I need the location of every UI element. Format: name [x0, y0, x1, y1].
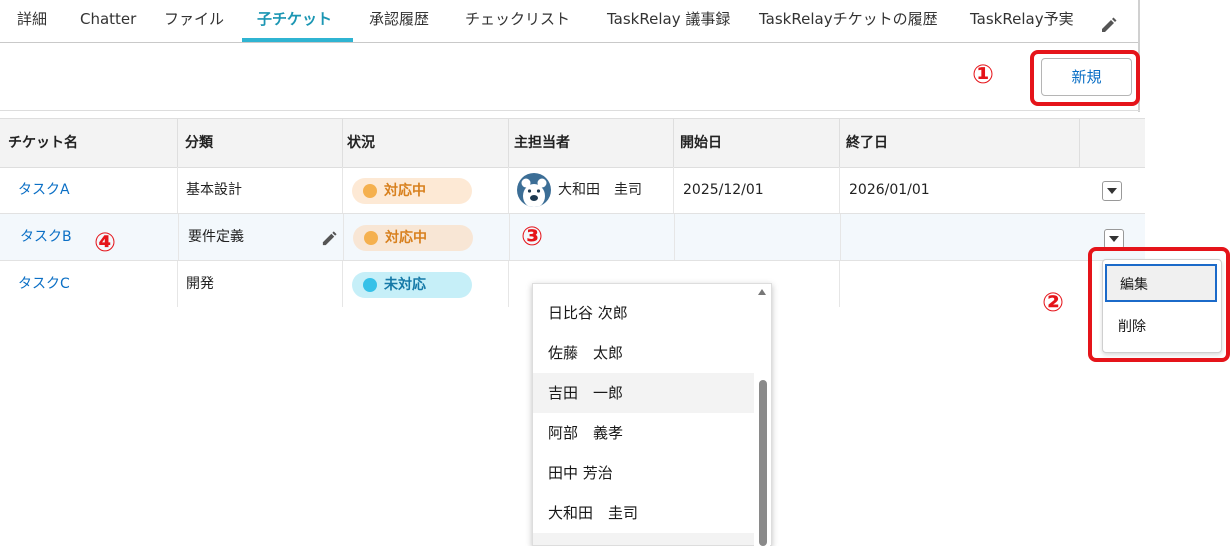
annotation-marker-1: ① [972, 60, 995, 90]
cell-divider [509, 214, 510, 260]
annotation-box-new [1030, 50, 1140, 106]
annotation-marker-2: ② [1042, 288, 1065, 318]
category-cell: 基本設計 [186, 182, 242, 198]
tab-child-tickets[interactable]: 子チケット [257, 0, 332, 40]
status-label: 未対応 [384, 277, 426, 293]
active-tab-indicator [242, 38, 353, 42]
end-date-cell: 2026/01/01 [849, 182, 930, 198]
table-header: チケット名 分類 状況 主担当者 開始日 終了日 [0, 118, 1145, 168]
table-row: タスクB 要件定義 対応中 [0, 214, 1145, 261]
category-cell[interactable]: 要件定義 [188, 214, 244, 260]
tab-approval-history[interactable]: 承認履歴 [369, 0, 429, 40]
pencil-icon[interactable] [321, 230, 338, 247]
category-cell: 開発 [186, 276, 214, 292]
owner-picklist[interactable]: 日比谷 次郎 佐藤 太郎 吉田 一郎 阿部 義孝 田中 芳治 大和田 圭司 [532, 283, 772, 546]
annotation-marker-4: ④ [94, 228, 117, 258]
status-dot-icon [364, 231, 378, 245]
owner-name[interactable]: 大和田 圭司 [558, 167, 642, 213]
ticket-link[interactable]: タスクA [18, 167, 70, 213]
tab-details[interactable]: 詳細 [17, 0, 47, 40]
cell-divider [508, 167, 509, 213]
row-action-chevron-down-icon[interactable] [1104, 229, 1124, 249]
cell-divider [508, 261, 509, 307]
cell-divider [342, 261, 343, 307]
status-label: 対応中 [384, 183, 426, 199]
cell-divider [839, 261, 840, 307]
cell-divider [673, 167, 674, 213]
status-dot-icon [363, 184, 377, 198]
column-divider [1079, 119, 1080, 167]
column-header-category[interactable]: 分類 [177, 119, 343, 167]
owner-option[interactable]: 田中 芳治 [533, 453, 755, 493]
cell-divider [839, 167, 840, 213]
owner-option[interactable]: 大和田 圭司 [533, 493, 755, 533]
cell-divider [178, 214, 179, 260]
column-header-status[interactable]: 状況 [339, 119, 505, 167]
tab-budget-actual[interactable]: TaskRelay予実 [970, 0, 1074, 40]
tab-files[interactable]: ファイル [164, 0, 224, 40]
tab-bar: 詳細 Chatter ファイル 子チケット 承認履歴 チェックリスト TaskR… [0, 0, 1140, 43]
scrollbar-thumb[interactable] [759, 380, 767, 546]
cell-divider [177, 167, 178, 213]
annotation-box-menu [1088, 247, 1230, 362]
status-badge: 対応中 [353, 225, 473, 251]
cell-divider [840, 214, 841, 260]
column-header-ticket-name[interactable]: チケット名 [0, 119, 178, 167]
status-badge: 対応中 [352, 178, 472, 204]
table-row: タスクA 基本設計 対応中 大和田 圭司 2025/12/01 2026/01/… [0, 167, 1145, 214]
status-badge: 未対応 [352, 272, 472, 298]
scroll-up-arrow-icon[interactable] [758, 289, 766, 295]
status-dot-icon [363, 278, 377, 292]
owner-option[interactable]: 日比谷 次郎 [533, 293, 755, 333]
cell-divider [342, 167, 343, 213]
start-date-cell: 2025/12/01 [683, 182, 764, 198]
column-header-start-date[interactable]: 開始日 [672, 119, 838, 167]
owner-option[interactable]: 佐藤 太郎 [533, 333, 755, 373]
owner-option[interactable]: 吉田 一郎 [533, 373, 755, 413]
tab-checklist[interactable]: チェックリスト [465, 0, 570, 40]
owner-option[interactable]: 阿部 義孝 [533, 413, 755, 453]
tab-minutes[interactable]: TaskRelay 議事録 [607, 0, 730, 40]
ticket-link[interactable]: タスクB [20, 214, 72, 260]
cell-divider [177, 261, 178, 307]
pencil-icon[interactable] [1100, 16, 1118, 34]
ticket-link[interactable]: タスクC [18, 261, 70, 307]
row-action-chevron-down-icon[interactable] [1102, 181, 1122, 201]
cell-divider [674, 214, 675, 260]
column-header-owner[interactable]: 主担当者 [506, 119, 672, 167]
tab-ticket-history[interactable]: TaskRelayチケットの履歴 [759, 0, 938, 40]
annotation-marker-3: ③ [521, 222, 544, 252]
column-header-end-date[interactable]: 終了日 [838, 119, 1004, 167]
bear-avatar-icon [517, 173, 551, 207]
status-label: 対応中 [385, 230, 427, 246]
cell-divider [343, 214, 344, 260]
tab-chatter[interactable]: Chatter [80, 0, 136, 40]
divider [0, 110, 1140, 111]
owner-option-partial[interactable] [533, 533, 755, 545]
